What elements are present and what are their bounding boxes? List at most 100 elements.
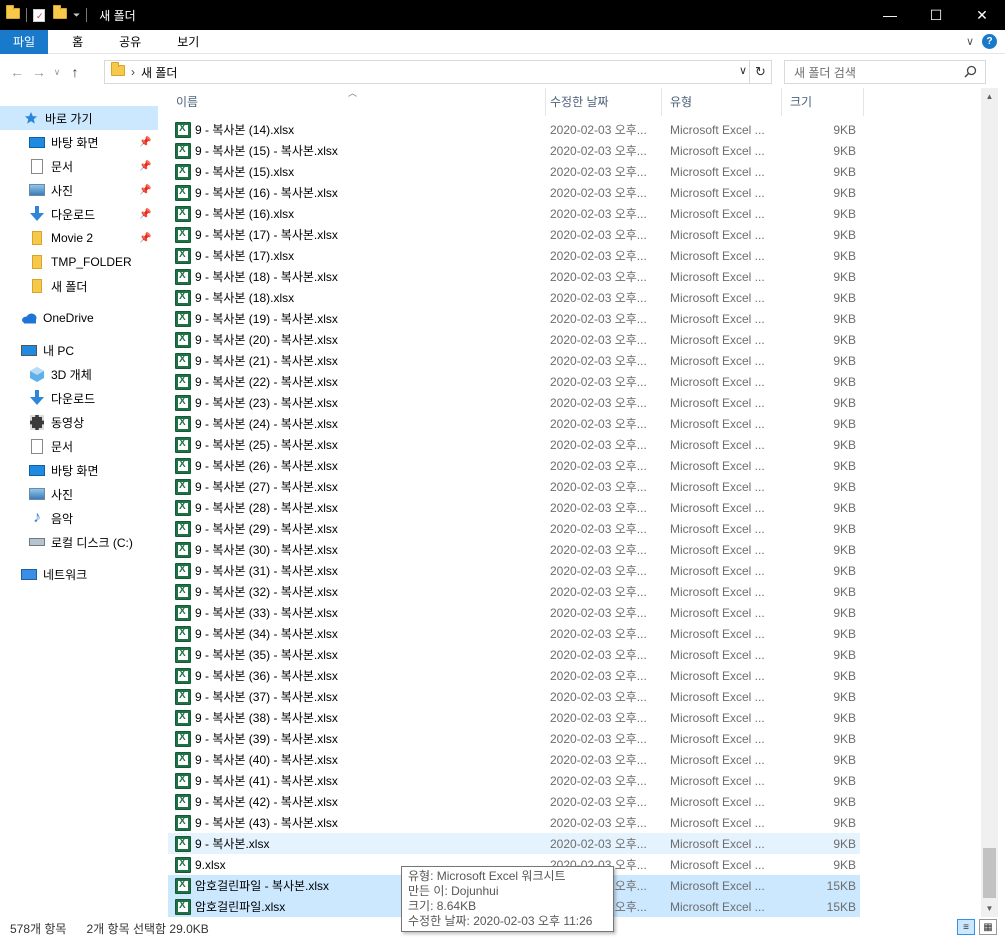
file-name[interactable]: 9 - 복사본 (23) - 복사본.xlsx — [195, 394, 547, 411]
address-bar[interactable]: › 새 폴더 ∨ ↻ — [104, 60, 772, 84]
file-row[interactable]: 9 - 복사본 (41) - 복사본.xlsx2020-02-03 오후... M… — [168, 770, 860, 791]
file-name[interactable]: 9 - 복사본 (14).xlsx — [195, 121, 547, 138]
file-row[interactable]: 9 - 복사본.xlsx2020-02-03 오후... Microsoft Ex… — [168, 833, 860, 854]
file-row[interactable]: 9 - 복사본 (19) - 복사본.xlsx2020-02-03 오후... M… — [168, 308, 860, 329]
column-header-name[interactable]: 이름 — [168, 88, 546, 116]
nav-network[interactable]: 네트워크 — [0, 562, 87, 586]
large-icons-view-icon[interactable]: ▦ — [979, 919, 997, 935]
tab-view[interactable]: 보기 — [165, 30, 211, 54]
file-name[interactable]: 9 - 복사본 (26) - 복사본.xlsx — [195, 457, 547, 474]
file-row[interactable]: 9 - 복사본 (40) - 복사본.xlsx2020-02-03 오후... M… — [168, 749, 860, 770]
nav-item-pictures[interactable]: 사진 📌 — [0, 178, 151, 202]
file-row[interactable]: 9 - 복사본 (30) - 복사본.xlsx2020-02-03 오후... M… — [168, 539, 860, 560]
vertical-scrollbar[interactable]: ▲ ▼ — [981, 88, 998, 917]
details-view-icon[interactable]: ≡ — [957, 919, 975, 935]
file-row[interactable]: 9 - 복사본 (38) - 복사본.xlsx2020-02-03 오후... M… — [168, 707, 860, 728]
file-row[interactable]: 9 - 복사본 (32) - 복사본.xlsx2020-02-03 오후... M… — [168, 581, 860, 602]
file-name[interactable]: 9 - 복사본 (37) - 복사본.xlsx — [195, 688, 547, 705]
nav-item-desktop[interactable]: 바탕 화면 📌 — [0, 130, 151, 154]
file-row[interactable]: 9 - 복사본 (26) - 복사본.xlsx2020-02-03 오후... M… — [168, 455, 860, 476]
file-name[interactable]: 9 - 복사본 (15) - 복사본.xlsx — [195, 142, 547, 159]
close-button[interactable]: ✕ — [959, 0, 1005, 30]
file-name[interactable]: 9 - 복사본 (38) - 복사본.xlsx — [195, 709, 547, 726]
file-row[interactable]: 9 - 복사본 (34) - 복사본.xlsx2020-02-03 오후... M… — [168, 623, 860, 644]
file-name[interactable]: 9 - 복사본 (35) - 복사본.xlsx — [195, 646, 547, 663]
nav-item-tmp-folder[interactable]: TMP_FOLDER — [0, 250, 132, 274]
scroll-down-arrow-icon[interactable]: ▼ — [981, 900, 998, 917]
file-name[interactable]: 9 - 복사본 (34) - 복사본.xlsx — [195, 625, 547, 642]
file-name[interactable]: 9 - 복사본 (21) - 복사본.xlsx — [195, 352, 547, 369]
file-row[interactable]: 9 - 복사본 (22) - 복사본.xlsx2020-02-03 오후... M… — [168, 371, 860, 392]
file-row[interactable]: 9 - 복사본 (25) - 복사본.xlsx2020-02-03 오후... M… — [168, 434, 860, 455]
file-name[interactable]: 9 - 복사본 (36) - 복사본.xlsx — [195, 667, 547, 684]
maximize-button[interactable]: ☐ — [913, 0, 959, 30]
nav-item-local-disk[interactable]: 로컬 디스크 (C:) — [0, 530, 133, 554]
file-row[interactable]: 9 - 복사본 (43) - 복사본.xlsx2020-02-03 오후... M… — [168, 812, 860, 833]
scroll-up-arrow-icon[interactable]: ▲ — [981, 88, 998, 105]
file-row[interactable]: 9 - 복사본 (16) - 복사본.xlsx2020-02-03 오후... M… — [168, 182, 860, 203]
nav-this-pc[interactable]: 내 PC — [0, 338, 74, 362]
tab-home[interactable]: 홈 — [60, 30, 95, 54]
expand-ribbon-icon[interactable]: ∨ — [966, 35, 974, 48]
file-name[interactable]: 9 - 복사본 (31) - 복사본.xlsx — [195, 562, 547, 579]
nav-item-pc-downloads[interactable]: 다운로드 — [0, 386, 95, 410]
file-row[interactable]: 9 - 복사본 (27) - 복사본.xlsx2020-02-03 오후... M… — [168, 476, 860, 497]
file-row[interactable]: 9 - 복사본 (16).xlsx2020-02-03 오후... Microso… — [168, 203, 860, 224]
file-name[interactable]: 9 - 복사본 (22) - 복사본.xlsx — [195, 373, 547, 390]
file-name[interactable]: 9 - 복사본 (19) - 복사본.xlsx — [195, 310, 547, 327]
nav-item-documents[interactable]: 문서 📌 — [0, 154, 151, 178]
file-name[interactable]: 9 - 복사본 (18).xlsx — [195, 289, 547, 306]
nav-item-pc-desktop[interactable]: 바탕 화면 — [0, 458, 99, 482]
help-icon[interactable]: ? — [982, 34, 997, 49]
file-row[interactable]: 9 - 복사본 (35) - 복사본.xlsx2020-02-03 오후... M… — [168, 644, 860, 665]
nav-item-new-folder[interactable]: 새 폴더 — [0, 274, 87, 298]
file-row[interactable]: 9 - 복사본 (15).xlsx2020-02-03 오후... Microso… — [168, 161, 860, 182]
back-button[interactable]: ← — [6, 64, 28, 80]
up-button[interactable]: ↑ — [64, 64, 86, 80]
file-row[interactable]: 9 - 복사본 (14).xlsx2020-02-03 오후... Microso… — [168, 119, 860, 140]
file-row[interactable]: 9 - 복사본 (21) - 복사본.xlsx2020-02-03 오후... M… — [168, 350, 860, 371]
file-row[interactable]: 9 - 복사본 (28) - 복사본.xlsx2020-02-03 오후... M… — [168, 497, 860, 518]
forward-button[interactable]: → — [28, 64, 50, 80]
breadcrumb-current[interactable]: 새 폴더 — [141, 64, 177, 81]
file-name[interactable]: 9 - 복사본 (43) - 복사본.xlsx — [195, 814, 547, 831]
file-row[interactable]: 9 - 복사본 (15) - 복사본.xlsx2020-02-03 오후... M… — [168, 140, 860, 161]
file-name[interactable]: 9 - 복사본 (17).xlsx — [195, 247, 547, 264]
file-name[interactable]: 9 - 복사본 (41) - 복사본.xlsx — [195, 772, 547, 789]
file-name[interactable]: 9 - 복사본 (16).xlsx — [195, 205, 547, 222]
pin-icon[interactable]: 📌 — [139, 233, 151, 244]
file-name[interactable]: 9 - 복사본 (17) - 복사본.xlsx — [195, 226, 547, 243]
nav-item-music[interactable]: ♪ 음악 — [0, 506, 73, 530]
nav-item-3d-objects[interactable]: 3D 개체 — [0, 362, 92, 386]
minimize-button[interactable]: — — [867, 0, 913, 30]
new-folder-icon[interactable] — [53, 5, 67, 22]
file-row[interactable]: 9 - 복사본 (20) - 복사본.xlsx2020-02-03 오후... M… — [168, 329, 860, 350]
file-name[interactable]: 9 - 복사본 (42) - 복사본.xlsx — [195, 793, 547, 810]
file-row[interactable]: 9 - 복사본 (18).xlsx2020-02-03 오후... Microso… — [168, 287, 860, 308]
file-name[interactable]: 9 - 복사본 (29) - 복사본.xlsx — [195, 520, 547, 537]
properties-icon[interactable]: ✓ — [33, 8, 45, 22]
file-name[interactable]: 9 - 복사본 (27) - 복사본.xlsx — [195, 478, 547, 495]
file-row[interactable]: 9 - 복사본 (39) - 복사본.xlsx2020-02-03 오후... M… — [168, 728, 860, 749]
pin-icon[interactable]: 📌 — [139, 137, 151, 148]
file-name[interactable]: 9 - 복사본 (24) - 복사본.xlsx — [195, 415, 547, 432]
nav-item-pc-pictures[interactable]: 사진 — [0, 482, 73, 506]
nav-quick-access[interactable]: 바로 가기 — [0, 106, 158, 130]
pin-icon[interactable]: 📌 — [139, 209, 151, 220]
file-name[interactable]: 9 - 복사본 (30) - 복사본.xlsx — [195, 541, 547, 558]
file-row[interactable]: 9 - 복사본 (18) - 복사본.xlsx2020-02-03 오후... M… — [168, 266, 860, 287]
file-row[interactable]: 9 - 복사본 (36) - 복사본.xlsx2020-02-03 오후... M… — [168, 665, 860, 686]
recent-locations-button[interactable]: ∨ — [50, 67, 64, 78]
file-row[interactable]: 9 - 복사본 (17) - 복사본.xlsx2020-02-03 오후... M… — [168, 224, 860, 245]
pin-icon[interactable]: 📌 — [139, 161, 151, 172]
file-name[interactable]: 9 - 복사본 (28) - 복사본.xlsx — [195, 499, 547, 516]
address-dropdown-button[interactable]: ∨ — [739, 64, 747, 77]
file-name[interactable]: 9 - 복사본 (39) - 복사본.xlsx — [195, 730, 547, 747]
file-row[interactable]: 9 - 복사본 (37) - 복사본.xlsx2020-02-03 오후... M… — [168, 686, 860, 707]
file-row[interactable]: 9 - 복사본 (23) - 복사본.xlsx2020-02-03 오후... M… — [168, 392, 860, 413]
file-row[interactable]: 9 - 복사본 (24) - 복사본.xlsx2020-02-03 오후... M… — [168, 413, 860, 434]
file-name[interactable]: 9 - 복사본 (18) - 복사본.xlsx — [195, 268, 547, 285]
search-input[interactable]: 새 폴더 검색 — [784, 60, 986, 84]
file-name[interactable]: 9 - 복사본 (40) - 복사본.xlsx — [195, 751, 547, 768]
nav-item-downloads[interactable]: 다운로드 📌 — [0, 202, 151, 226]
